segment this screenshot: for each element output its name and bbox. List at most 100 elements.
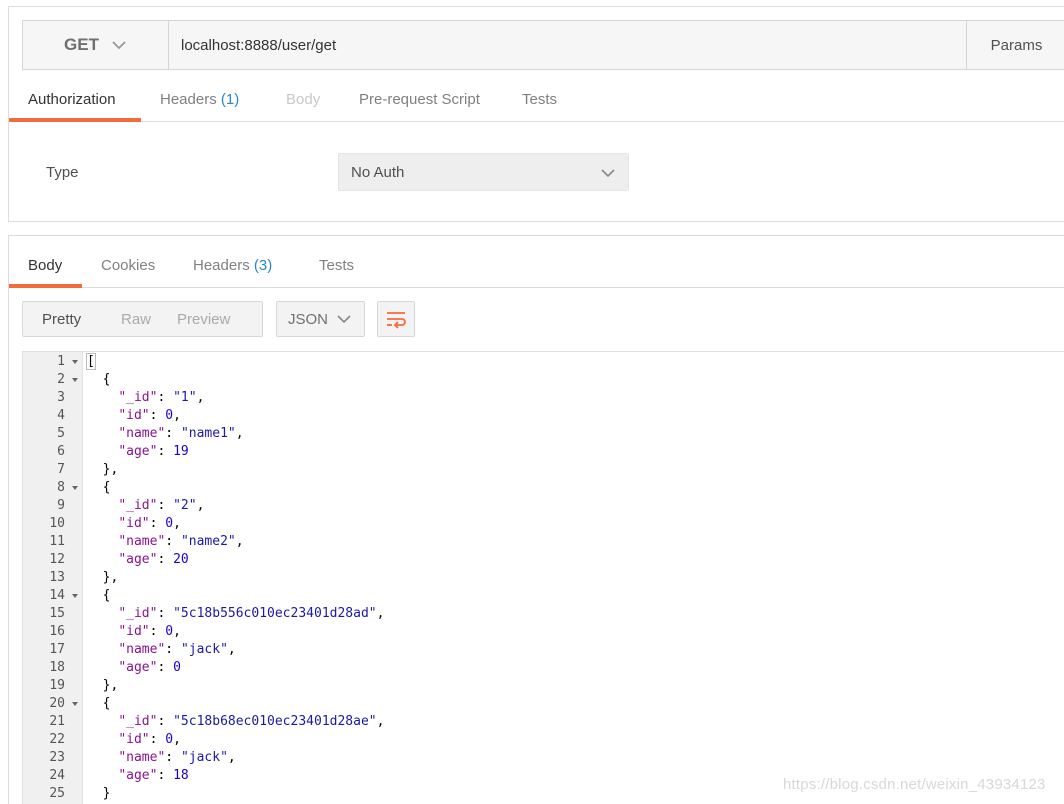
code-line: { bbox=[87, 696, 111, 711]
chevron-down-icon bbox=[601, 169, 615, 178]
format-select[interactable]: JSON bbox=[276, 301, 365, 337]
code-line: "name": "jack", bbox=[118, 750, 236, 765]
line-number: 13 bbox=[49, 570, 65, 585]
tab-label: Pre-request Script bbox=[359, 91, 480, 108]
line-number: 15 bbox=[49, 606, 65, 621]
tab-body[interactable]: Body bbox=[286, 85, 320, 121]
code-line: "_id": "1", bbox=[118, 390, 205, 405]
tab-label: Headers bbox=[160, 91, 217, 108]
code-line: { bbox=[87, 588, 111, 603]
tab-label: Authorization bbox=[28, 91, 116, 108]
line-number: 5 bbox=[57, 426, 65, 441]
code-line: "age": 18 bbox=[118, 768, 189, 783]
fold-arrow-icon[interactable] bbox=[72, 360, 78, 364]
pretty-button[interactable]: Pretty bbox=[23, 302, 111, 336]
line-number: 8 bbox=[23, 479, 83, 497]
chevron-down-icon bbox=[337, 315, 351, 324]
code-line: "id": 0, bbox=[118, 624, 181, 639]
line-number: 2 bbox=[23, 371, 83, 389]
code-line: "_id": "5c18b68ec010ec23401d28ae", bbox=[118, 714, 385, 729]
code-line: { bbox=[87, 480, 111, 495]
url-bar: GET Params bbox=[22, 20, 1064, 70]
code-line: "age": 20 bbox=[118, 552, 189, 567]
line-number: 7 bbox=[57, 462, 65, 477]
tab-label: Body bbox=[286, 91, 321, 108]
tab-label: Cookies bbox=[101, 257, 156, 274]
tab-response-headers[interactable]: Headers (3) bbox=[193, 251, 272, 287]
line-number: 14 bbox=[23, 587, 83, 605]
tab-tests[interactable]: Tests bbox=[522, 85, 557, 121]
code-line: "name": "name2", bbox=[118, 534, 244, 549]
line-number: 11 bbox=[49, 534, 65, 549]
code-line: "id": 0, bbox=[118, 408, 181, 423]
request-tabs: Authorization Headers (1) Body Pre-reque… bbox=[9, 85, 1064, 122]
line-number: 23 bbox=[49, 750, 65, 765]
raw-button[interactable]: Raw bbox=[111, 302, 177, 336]
fold-arrow-icon[interactable] bbox=[72, 378, 78, 382]
line-number: 24 bbox=[49, 768, 65, 783]
tab-authorization[interactable]: Authorization bbox=[28, 85, 116, 121]
line-number: 17 bbox=[49, 642, 65, 657]
line-number: 4 bbox=[57, 408, 65, 423]
response-tabs: Body Cookies Headers (3) Tests bbox=[9, 251, 1064, 288]
line-number: 12 bbox=[49, 552, 65, 567]
tab-cookies[interactable]: Cookies bbox=[101, 251, 155, 287]
tab-label: Tests bbox=[319, 257, 355, 274]
code-line: "age": 19 bbox=[118, 444, 189, 459]
line-number: 25 bbox=[49, 786, 65, 801]
code-line: { bbox=[87, 372, 111, 387]
tab-pre-request-script[interactable]: Pre-request Script bbox=[359, 85, 480, 121]
line-number: 9 bbox=[57, 498, 65, 513]
method-select[interactable]: GET bbox=[23, 21, 169, 69]
response-panel: Body Cookies Headers (3) Tests Pretty Ra… bbox=[8, 235, 1064, 804]
code-line: [ bbox=[86, 353, 96, 370]
code-line: "id": 0, bbox=[118, 732, 181, 747]
code-line: }, bbox=[87, 570, 119, 585]
code-line: "name": "name1", bbox=[118, 426, 244, 441]
line-number: 10 bbox=[49, 516, 65, 531]
line-number: 18 bbox=[49, 660, 65, 675]
code-line: "_id": "5c18b556c010ec23401d28ad", bbox=[118, 606, 385, 621]
code-line: } bbox=[87, 786, 111, 801]
view-mode-group: Pretty Raw Preview bbox=[22, 301, 263, 337]
auth-type-value: No Auth bbox=[351, 163, 405, 181]
tab-label: Tests bbox=[522, 91, 558, 108]
code-line: }, bbox=[87, 678, 119, 693]
headers-count-badge: (3) bbox=[253, 257, 273, 274]
line-number: 20 bbox=[23, 695, 83, 713]
tab-response-body[interactable]: Body bbox=[28, 251, 62, 287]
code-line: "age": 0 bbox=[118, 660, 181, 675]
wrap-lines-button[interactable] bbox=[377, 301, 415, 337]
url-input[interactable] bbox=[169, 21, 966, 69]
tab-label: Body bbox=[28, 257, 63, 274]
line-number: 22 bbox=[49, 732, 65, 747]
response-body-editor[interactable]: 1 2 3 4 5 6 7 8 9 10 11 12 13 14 15 16 17 18 19 20 21 22 23 24 2… bbox=[22, 351, 1064, 804]
method-label: GET bbox=[64, 35, 99, 54]
line-number: 1 bbox=[23, 353, 83, 371]
format-value: JSON bbox=[288, 310, 329, 328]
code-line: "id": 0, bbox=[118, 516, 181, 531]
fold-arrow-icon[interactable] bbox=[72, 702, 78, 706]
line-number: 6 bbox=[57, 444, 65, 459]
wrap-lines-icon bbox=[387, 312, 406, 329]
params-button[interactable]: Params bbox=[966, 21, 1064, 69]
preview-button[interactable]: Preview bbox=[177, 302, 257, 336]
code-line: "_id": "2", bbox=[118, 498, 205, 513]
auth-type-label: Type bbox=[46, 164, 79, 181]
tab-label: Headers bbox=[193, 257, 250, 274]
headers-count-badge: (1) bbox=[220, 91, 240, 108]
code-line: "name": "jack", bbox=[118, 642, 236, 657]
tab-response-tests[interactable]: Tests bbox=[319, 251, 354, 287]
line-number: 3 bbox=[57, 390, 65, 405]
code-line: }, bbox=[87, 462, 119, 477]
request-panel: GET Params Authorization Headers (1) Bod… bbox=[8, 6, 1064, 222]
auth-type-select[interactable]: No Auth bbox=[338, 153, 629, 191]
active-tab-indicator bbox=[9, 118, 141, 122]
chevron-down-icon bbox=[112, 41, 126, 50]
line-number: 19 bbox=[49, 678, 65, 693]
fold-arrow-icon[interactable] bbox=[72, 594, 78, 598]
active-tab-indicator bbox=[9, 284, 82, 288]
line-number: 16 bbox=[49, 624, 65, 639]
fold-arrow-icon[interactable] bbox=[72, 486, 78, 490]
tab-headers[interactable]: Headers (1) bbox=[160, 85, 239, 121]
